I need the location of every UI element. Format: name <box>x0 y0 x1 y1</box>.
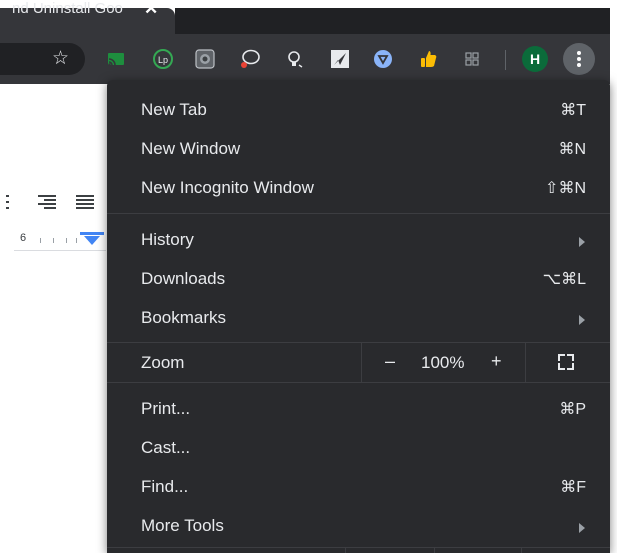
menu-item-shortcut: ⌘F <box>560 479 586 496</box>
menu-item-label: Downloads <box>141 269 226 288</box>
menu-item-label: Find... <box>141 477 189 496</box>
profile-avatar[interactable]: H <box>522 46 548 72</box>
menu-item-history[interactable]: History <box>107 220 610 259</box>
align-center-icon[interactable] <box>6 194 24 210</box>
zoom-divider <box>525 342 526 382</box>
tab-title: nd Uninstall Goo <box>12 0 123 17</box>
svg-text:Lp: Lp <box>158 55 168 65</box>
menu-divider <box>107 547 610 548</box>
menu-item-new-window[interactable]: New Window ⌘N <box>107 129 610 168</box>
menu-item-find[interactable]: Find... ⌘F <box>107 467 610 506</box>
zoom-in-button[interactable]: + <box>491 351 502 372</box>
thumbs-up-icon[interactable] <box>418 49 438 69</box>
ruler-tick <box>53 238 54 243</box>
menu-item-new-tab[interactable]: New Tab ⌘T <box>107 90 610 129</box>
menu-item-print[interactable]: Print... ⌘P <box>107 389 610 428</box>
ruler-tick <box>66 238 67 243</box>
submenu-arrow-icon <box>579 315 585 325</box>
fullscreen-icon[interactable] <box>558 354 574 370</box>
submenu-arrow-icon <box>579 523 585 533</box>
menu-divider <box>107 382 610 383</box>
ruler[interactable]: 6 <box>14 232 106 251</box>
menu-item-downloads[interactable]: Downloads ⌥⌘L <box>107 259 610 298</box>
menu-item-shortcut: ⌘P <box>559 401 586 418</box>
tab-strip-background <box>175 8 610 34</box>
browser-toolbar: ☆ Lp H <box>0 34 610 84</box>
menu-item-cast[interactable]: Cast... <box>107 428 610 467</box>
indent-marker-icon[interactable] <box>84 236 100 245</box>
menu-divider <box>107 213 610 214</box>
menu-item-label: New Window <box>141 139 241 158</box>
browser-tab[interactable]: nd Uninstall Goo ✕ <box>0 0 175 34</box>
menu-item-more-tools[interactable]: More Tools <box>107 506 610 545</box>
lightbulb-icon[interactable] <box>285 49 305 69</box>
toolbar-divider <box>505 50 506 70</box>
menu-item-shortcut: ⌘T <box>560 102 586 119</box>
menu-item-label: More Tools <box>141 516 224 535</box>
grid-icon[interactable] <box>462 49 482 69</box>
menu-item-label: Cast... <box>141 438 191 457</box>
menu-item-label: History <box>141 230 194 249</box>
tab-strip: nd Uninstall Goo ✕ + <box>0 0 617 34</box>
shield-icon[interactable] <box>373 49 393 69</box>
zoom-out-button[interactable]: – <box>385 351 395 372</box>
zoom-label: Zoom <box>141 353 185 372</box>
zoom-divider <box>361 342 362 382</box>
chrome-menu: New Tab ⌘T New Window ⌘N New Incognito W… <box>107 80 610 553</box>
submenu-arrow-icon <box>579 237 585 247</box>
bookmark-star-icon[interactable]: ☆ <box>52 47 69 70</box>
lastpass-icon[interactable]: Lp <box>153 49 173 69</box>
zoom-level: 100% <box>421 353 465 372</box>
menu-kebab-icon[interactable] <box>563 43 595 75</box>
ruler-tick <box>76 238 77 243</box>
screenshot-icon[interactable] <box>195 49 215 69</box>
indent-bar[interactable] <box>80 232 104 235</box>
menu-item-label: New Tab <box>141 100 207 119</box>
close-icon[interactable]: ✕ <box>144 0 158 19</box>
cast-icon[interactable] <box>106 49 126 69</box>
ruler-number: 6 <box>20 232 27 244</box>
menu-item-shortcut: ⇧⌘N <box>545 180 586 197</box>
address-bar[interactable]: ☆ <box>0 43 85 75</box>
zoom-row: Zoom – 100% + <box>107 342 610 382</box>
menu-item-label: New Incognito Window <box>141 178 314 197</box>
speech-bubble-icon[interactable] <box>240 49 260 69</box>
align-right-icon[interactable] <box>38 194 56 210</box>
menu-item-shortcut: ⌘N <box>558 141 586 158</box>
menu-item-label: Bookmarks <box>141 308 227 327</box>
menu-item-label: Print... <box>141 399 191 418</box>
menu-item-shortcut: ⌥⌘L <box>542 271 586 288</box>
paper-plane-icon[interactable] <box>330 49 350 69</box>
menu-item-new-incognito-window[interactable]: New Incognito Window ⇧⌘N <box>107 168 610 207</box>
new-tab-button[interactable]: + <box>194 0 207 16</box>
align-justify-icon[interactable] <box>76 194 94 210</box>
ruler-tick <box>40 238 41 243</box>
menu-item-bookmarks[interactable]: Bookmarks <box>107 298 610 337</box>
